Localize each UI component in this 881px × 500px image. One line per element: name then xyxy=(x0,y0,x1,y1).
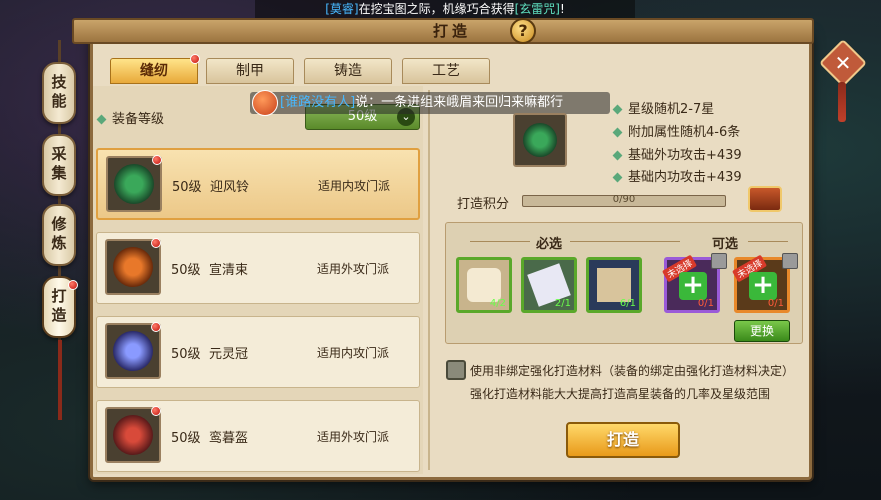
side-tab-label: 修炼 xyxy=(49,216,68,254)
material-count: 0/1 xyxy=(767,298,784,309)
stat-text: 基础内功攻击+439 xyxy=(628,170,742,185)
item-name: 鸾暮盔 xyxy=(209,431,249,446)
item-sect: 适用内攻门派 xyxy=(317,346,390,360)
crown-icon xyxy=(105,323,161,379)
score-text: 0/90 xyxy=(612,194,636,205)
plus-icon: + xyxy=(679,272,707,300)
divider xyxy=(428,90,430,470)
forge-button[interactable]: 打造 xyxy=(566,422,680,458)
side-tab-gather[interactable]: 采集 xyxy=(42,134,76,196)
stat-line: 基础外功攻击+439 xyxy=(612,144,742,163)
help-button[interactable]: ? xyxy=(510,18,536,44)
broadcast-player[interactable]: 莫睿 xyxy=(330,2,354,16)
chest-icon[interactable] xyxy=(748,186,782,212)
equipment-item-1[interactable]: 50级 宣清束 适用外攻门派 xyxy=(96,232,420,304)
swap-button[interactable]: 更换 xyxy=(734,320,790,342)
preview-necklace-icon xyxy=(513,113,567,167)
helmet-icon xyxy=(105,407,161,463)
notification-dot xyxy=(68,280,78,290)
material-slot-cloth[interactable]: 4/2 xyxy=(456,257,512,313)
page-title: 打造 xyxy=(432,22,471,40)
chat-message: [谁路没有人]说：一条进组来峨眉来回归来嘛都行 xyxy=(250,92,610,114)
item-level: 50级 xyxy=(171,263,201,278)
notification-dot xyxy=(190,54,200,64)
necklace-icon xyxy=(106,156,162,212)
item-sect: 适用外攻门派 xyxy=(317,430,390,444)
close-icon: ✕ xyxy=(834,51,852,75)
diamond-icon xyxy=(612,127,623,138)
system-broadcast: [莫睿]在挖宝图之际，机缘巧合获得[玄雷咒]! xyxy=(255,0,635,18)
tab-armor[interactable]: 制甲 xyxy=(206,58,294,84)
optional-checkbox-2[interactable] xyxy=(782,253,798,269)
divider xyxy=(470,241,530,242)
item-level: 50级 xyxy=(171,347,201,362)
score-progress-bar: 0/90 xyxy=(522,194,726,207)
notification-dot xyxy=(152,155,162,165)
item-sect: 适用外攻门派 xyxy=(317,262,390,276)
item-level: 50级 xyxy=(171,431,201,446)
non-bound-label: 使用非绑定强化打造材料（装备的绑定由强化打造材料决定） xyxy=(470,364,795,378)
side-tab-cultivate[interactable]: 修炼 xyxy=(42,204,76,266)
divider xyxy=(748,241,788,242)
side-tab-skills[interactable]: 技能 xyxy=(42,62,76,124)
optional-checkbox-1[interactable] xyxy=(711,253,727,269)
item-sect: 适用内攻门派 xyxy=(318,179,391,193)
tab-craft[interactable]: 工艺 xyxy=(402,58,490,84)
required-label: 必选 xyxy=(536,237,563,252)
notification-dot xyxy=(151,406,161,416)
material-count: 4/2 xyxy=(489,298,506,309)
plus-icon: + xyxy=(749,272,777,300)
material-count: 6/1 xyxy=(619,298,636,309)
diamond-icon xyxy=(612,172,623,183)
tab-casting[interactable]: 铸造 xyxy=(304,58,392,84)
optional-label: 可选 xyxy=(712,237,739,252)
item-name: 迎风铃 xyxy=(210,180,250,195)
item-name: 元灵冠 xyxy=(209,347,249,362)
material-slot-paper[interactable]: 6/1 xyxy=(586,257,642,313)
non-bound-checkbox[interactable] xyxy=(446,360,466,380)
score-label: 打造积分 xyxy=(457,197,510,212)
diamond-icon xyxy=(612,104,623,115)
broadcast-text-a: 在挖宝图之际，机缘巧合获得 xyxy=(358,2,515,16)
broadcast-item[interactable]: [玄雷咒] xyxy=(515,2,560,16)
side-tab-label: 采集 xyxy=(49,146,68,184)
lantern-decoration xyxy=(838,82,846,122)
paper-icon xyxy=(597,268,631,302)
equipment-item-2[interactable]: 50级 元灵冠 适用内攻门派 xyxy=(96,316,420,388)
side-tab-label: 打造 xyxy=(49,288,68,326)
item-name: 宣清束 xyxy=(209,263,249,278)
equipment-item-3[interactable]: 50级 鸾暮盔 适用外攻门派 xyxy=(96,400,420,472)
stat-text: 附加属性随机4-6条 xyxy=(628,125,741,140)
cloth-icon xyxy=(467,268,501,302)
chat-says: 说： xyxy=(355,95,382,110)
side-tab-label: 技能 xyxy=(49,74,68,112)
stat-line: 基础内功攻击+439 xyxy=(612,166,742,185)
enhance-note: 强化打造材料能大大提高打造高星装备的几率及星级范围 xyxy=(470,387,771,401)
divider xyxy=(570,241,680,242)
horn-icon xyxy=(252,90,278,116)
notification-dot xyxy=(151,238,161,248)
equip-level-text: 装备等级 xyxy=(112,112,165,127)
broadcast-text-b: ! xyxy=(559,2,565,16)
material-count: 0/1 xyxy=(697,298,714,309)
amulet-icon xyxy=(105,239,161,295)
item-level: 50级 xyxy=(172,180,202,195)
stat-line: 附加属性随机4-6条 xyxy=(612,121,741,140)
material-slot-scroll[interactable]: 2/1 xyxy=(521,257,577,313)
material-count: 2/1 xyxy=(554,298,571,309)
stat-text: 基础外功攻击+439 xyxy=(628,148,742,163)
diamond-icon xyxy=(612,150,623,161)
chat-sender[interactable]: [谁路没有人] xyxy=(280,95,355,110)
diamond-icon xyxy=(96,114,107,125)
chat-text: 一条进组来峨眉来回归来嘛都行 xyxy=(381,95,564,110)
equip-level-label: 装备等级 xyxy=(96,108,165,127)
tab-sewing[interactable]: 缝纫 xyxy=(110,58,198,84)
stat-text: 星级随机2-7星 xyxy=(628,102,715,117)
notification-dot xyxy=(151,322,161,332)
tassel xyxy=(58,340,62,420)
equipment-item-0[interactable]: 50级 迎风铃 适用内攻门派 xyxy=(96,148,420,220)
stat-line: 星级随机2-7星 xyxy=(612,98,715,117)
